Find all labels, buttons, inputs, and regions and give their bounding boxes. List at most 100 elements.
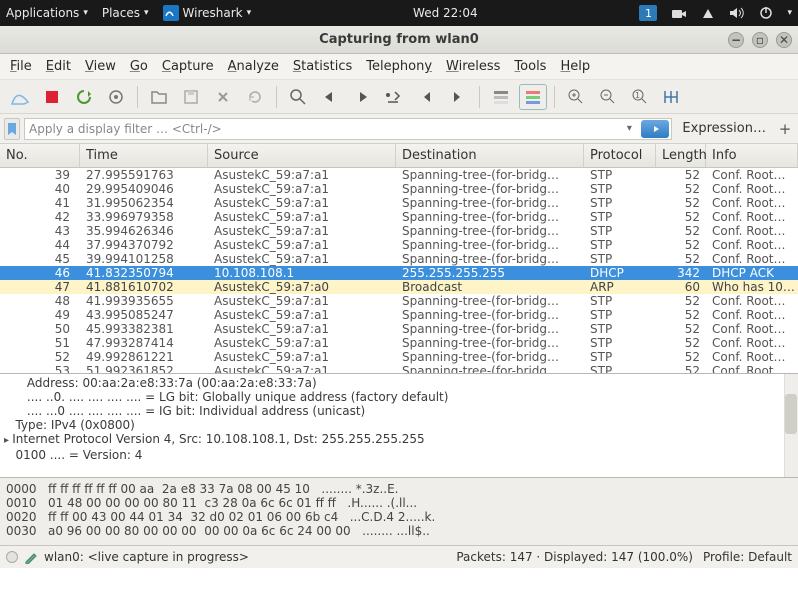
packet-row[interactable]: 4029.995409046AsustekC_59:a7:a1Spanning-…: [0, 182, 798, 196]
volume-icon[interactable]: [729, 6, 745, 20]
menu-statistics[interactable]: Statistics: [293, 59, 352, 74]
window-close[interactable]: ✕: [776, 32, 792, 48]
main-toolbar: 1: [0, 80, 798, 114]
camera-icon[interactable]: [671, 6, 687, 20]
packet-row[interactable]: 4131.995062354AsustekC_59:a7:a1Spanning-…: [0, 196, 798, 210]
os-topbar: Applications ▾ Places ▾ Wireshark ▾ Wed …: [0, 0, 798, 26]
packet-list-body[interactable]: 3927.995591763AsustekC_59:a7:a1Spanning-…: [0, 168, 798, 374]
zoom-reset-button[interactable]: 1: [626, 84, 654, 110]
zoom-in-button[interactable]: [562, 84, 590, 110]
col-header-no[interactable]: No.: [0, 144, 80, 167]
packet-row[interactable]: 5249.992861221AsustekC_59:a7:a1Spanning-…: [0, 350, 798, 364]
packet-row[interactable]: 4741.881610702AsustekC_59:a7:a0Broadcast…: [0, 280, 798, 294]
menu-wireless[interactable]: Wireless: [446, 59, 500, 74]
expression-button[interactable]: Expression…: [676, 121, 772, 136]
col-header-time[interactable]: Time: [80, 144, 208, 167]
menu-telephony[interactable]: Telephony: [366, 59, 432, 74]
apply-filter-button[interactable]: [641, 120, 669, 138]
packet-row[interactable]: 4539.994101258AsustekC_59:a7:a1Spanning-…: [0, 252, 798, 266]
window-maximize[interactable]: ▫: [752, 32, 768, 48]
bookmark-filter-icon[interactable]: [4, 118, 20, 140]
window-title: Capturing from wlan0: [319, 32, 479, 47]
details-vscrollbar[interactable]: [784, 374, 798, 477]
menu-tools[interactable]: Tools: [514, 59, 546, 74]
menu-capture[interactable]: Capture: [162, 59, 214, 74]
status-interface: wlan0: <live capture in progress>: [44, 550, 249, 564]
power-menu-arrow[interactable]: ▾: [787, 8, 792, 18]
col-header-info[interactable]: Info: [706, 144, 798, 167]
workspace-indicator[interactable]: 1: [639, 5, 657, 21]
resize-columns-button[interactable]: [658, 84, 686, 110]
edit-comment-icon[interactable]: [24, 550, 38, 564]
go-back-button[interactable]: [316, 84, 344, 110]
go-last-button[interactable]: [444, 84, 472, 110]
find-packet-button[interactable]: [284, 84, 312, 110]
packet-row[interactable]: 5045.993382381AsustekC_59:a7:a1Spanning-…: [0, 322, 798, 336]
detail-line[interactable]: .... ..0. .... .... .... .... = LG bit: …: [4, 390, 794, 404]
status-profile[interactable]: Profile: Default: [703, 550, 792, 564]
hex-line[interactable]: 0020 ff ff 00 43 00 44 01 34 32 d0 02 01…: [6, 510, 792, 524]
app-menubar: File Edit View Go Capture Analyze Statis…: [0, 54, 798, 80]
menu-go[interactable]: Go: [130, 59, 148, 74]
stop-capture-button[interactable]: [38, 84, 66, 110]
network-icon[interactable]: [701, 6, 715, 20]
go-forward-button[interactable]: [348, 84, 376, 110]
packet-row[interactable]: 4943.995085247AsustekC_59:a7:a1Spanning-…: [0, 308, 798, 322]
capture-options-button[interactable]: [102, 84, 130, 110]
window-minimize[interactable]: −: [728, 32, 744, 48]
packet-bytes-pane[interactable]: 0000 ff ff ff ff ff ff 00 aa 2a e8 33 7a…: [0, 478, 798, 546]
packet-list-pane: No. Time Source Destination Protocol Len…: [0, 144, 798, 374]
packet-details-pane[interactable]: Address: 00:aa:2a:e8:33:7a (00:aa:2a:e8:…: [0, 374, 798, 478]
packet-row[interactable]: 5351.992361852AsustekC_59:a7:a1Spanning-…: [0, 364, 798, 374]
packet-list-header[interactable]: No. Time Source Destination Protocol Len…: [0, 144, 798, 168]
colorize-button[interactable]: [519, 84, 547, 110]
menu-file[interactable]: File: [10, 59, 32, 74]
detail-line[interactable]: .... ...0 .... .... .... .... = IG bit: …: [4, 404, 794, 418]
expert-info-icon[interactable]: [6, 551, 18, 563]
display-filter-input[interactable]: Apply a display filter … <Ctrl-/> ▾: [24, 118, 672, 140]
menu-places[interactable]: Places ▾: [102, 6, 149, 20]
menu-applications[interactable]: Applications ▾: [6, 6, 88, 20]
restart-capture-button[interactable]: [70, 84, 98, 110]
packet-row[interactable]: 4641.83235079410.108.108.1255.255.255.25…: [0, 266, 798, 280]
add-filter-button[interactable]: +: [776, 120, 794, 138]
packet-row[interactable]: 4335.994626346AsustekC_59:a7:a1Spanning-…: [0, 224, 798, 238]
save-file-button[interactable]: [177, 84, 205, 110]
packet-row[interactable]: 3927.995591763AsustekC_59:a7:a1Spanning-…: [0, 168, 798, 182]
detail-line[interactable]: Address: 00:aa:2a:e8:33:7a (00:aa:2a:e8:…: [4, 376, 794, 390]
detail-expander-ipv4[interactable]: Internet Protocol Version 4, Src: 10.108…: [4, 432, 794, 448]
packet-row[interactable]: 4841.993935655AsustekC_59:a7:a1Spanning-…: [0, 294, 798, 308]
zoom-out-button[interactable]: [594, 84, 622, 110]
menu-edit[interactable]: Edit: [46, 59, 71, 74]
display-filter-bar: Apply a display filter … <Ctrl-/> ▾ Expr…: [0, 114, 798, 144]
menu-view[interactable]: View: [85, 59, 116, 74]
auto-scroll-button[interactable]: [487, 84, 515, 110]
shark-fin-icon[interactable]: [6, 84, 34, 110]
open-file-button[interactable]: [145, 84, 173, 110]
col-header-length[interactable]: Length: [656, 144, 706, 167]
packet-row[interactable]: 5147.993287414AsustekC_59:a7:a1Spanning-…: [0, 336, 798, 350]
power-icon[interactable]: [759, 6, 773, 20]
col-header-protocol[interactable]: Protocol: [584, 144, 656, 167]
status-packet-counts: Packets: 147 · Displayed: 147 (100.0%): [456, 550, 693, 564]
go-to-packet-button[interactable]: [380, 84, 408, 110]
packet-row[interactable]: 4233.996979358AsustekC_59:a7:a1Spanning-…: [0, 210, 798, 224]
hex-line[interactable]: 0030 a0 96 00 00 80 00 00 00 00 00 0a 6c…: [6, 524, 792, 538]
col-header-source[interactable]: Source: [208, 144, 396, 167]
go-first-button[interactable]: [412, 84, 440, 110]
detail-line[interactable]: 0100 .... = Version: 4: [4, 448, 794, 462]
reload-button[interactable]: [241, 84, 269, 110]
wireshark-icon: [163, 5, 179, 21]
close-file-button[interactable]: [209, 84, 237, 110]
taskbar-wireshark[interactable]: Wireshark ▾: [163, 5, 252, 21]
menu-help[interactable]: Help: [560, 59, 590, 74]
detail-line[interactable]: Type: IPv4 (0x0800): [4, 418, 794, 432]
filter-history-dropdown[interactable]: ▾: [621, 123, 637, 134]
col-header-destination[interactable]: Destination: [396, 144, 584, 167]
hex-line[interactable]: 0010 01 48 00 00 00 00 80 11 c3 28 0a 6c…: [6, 496, 792, 510]
packet-row[interactable]: 4437.994370792AsustekC_59:a7:a1Spanning-…: [0, 238, 798, 252]
filter-placeholder: Apply a display filter … <Ctrl-/>: [29, 122, 222, 136]
hex-line[interactable]: 0000 ff ff ff ff ff ff 00 aa 2a e8 33 7a…: [6, 482, 792, 496]
clock[interactable]: Wed 22:04: [251, 6, 639, 20]
menu-analyze[interactable]: Analyze: [228, 59, 279, 74]
